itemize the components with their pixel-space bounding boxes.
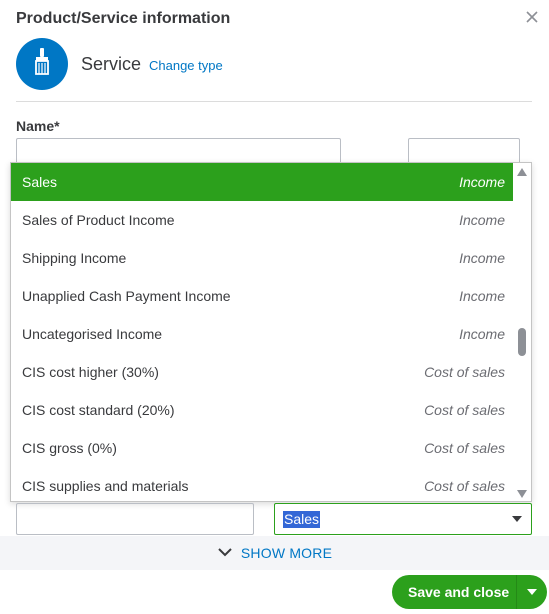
- save-button-group: Save and close: [392, 575, 547, 609]
- option-account-type: Cost of sales: [424, 478, 505, 494]
- option-account-type: Cost of sales: [424, 402, 505, 418]
- item-type-label: Service: [81, 54, 142, 74]
- option-account-name: Sales of Product Income: [22, 212, 175, 228]
- option-account-name: Sales: [22, 174, 58, 190]
- dropdown-options: Sales Income Sales of Product Income Income…: [11, 163, 515, 501]
- save-and-close-button[interactable]: Save and close: [392, 575, 516, 609]
- brush-icon: [31, 47, 53, 82]
- option-account-type: Cost of sales: [424, 440, 505, 456]
- income-account-select[interactable]: Sales: [274, 503, 532, 535]
- dropdown-scrollbar[interactable]: [513, 163, 531, 501]
- dropdown-option[interactable]: Sales of Product Income Income: [11, 201, 515, 239]
- service-type-icon-circle: [16, 38, 68, 90]
- option-account-type: Income: [459, 174, 505, 190]
- scroll-up-arrow-icon[interactable]: [517, 168, 527, 176]
- option-account-name: Unapplied Cash Payment Income: [22, 288, 231, 304]
- dropdown-option[interactable]: CIS supplies and materials Cost of sales: [11, 467, 515, 501]
- dropdown-option[interactable]: CIS gross (0%) Cost of sales: [11, 429, 515, 467]
- show-more-label: SHOW MORE: [240, 545, 333, 561]
- scroll-thumb[interactable]: [518, 328, 526, 356]
- dropdown-option[interactable]: Unapplied Cash Payment Income Income: [11, 277, 515, 315]
- option-account-name: CIS supplies and materials: [22, 478, 189, 494]
- dropdown-option[interactable]: CIS cost higher (30%) Cost of sales: [11, 353, 515, 391]
- caret-down-icon[interactable]: [503, 504, 531, 534]
- dropdown-option[interactable]: Sales Income: [11, 163, 515, 201]
- option-account-type: Income: [459, 212, 505, 228]
- option-account-type: Income: [459, 326, 505, 342]
- dropdown-option[interactable]: CIS cost standard (20%) Cost of sales: [11, 391, 515, 429]
- option-account-type: Cost of sales: [424, 364, 505, 380]
- option-account-type: Income: [459, 250, 505, 266]
- divider: [16, 101, 532, 102]
- option-account-name: CIS gross (0%): [22, 440, 117, 456]
- class-field[interactable]: [16, 503, 254, 535]
- chevron-down-icon: [217, 544, 233, 562]
- show-more-button[interactable]: SHOW MORE: [0, 536, 549, 570]
- option-account-name: Uncategorised Income: [22, 326, 163, 342]
- change-type-link[interactable]: Change type: [149, 58, 223, 73]
- option-account-name: CIS cost standard (20%): [22, 402, 175, 418]
- account-dropdown-list[interactable]: Sales Income Sales of Product Income Income…: [10, 162, 532, 502]
- dropdown-option[interactable]: Shipping Income Income: [11, 239, 515, 277]
- option-account-name: CIS cost higher (30%): [22, 364, 159, 380]
- name-label: Name*: [16, 118, 60, 134]
- caret-down-icon: [527, 589, 537, 595]
- scroll-down-arrow-icon[interactable]: [517, 490, 527, 498]
- close-icon[interactable]: [525, 10, 539, 24]
- income-account-value[interactable]: Sales: [283, 511, 321, 528]
- option-account-name: Shipping Income: [22, 250, 127, 266]
- panel-title: Product/Service information: [16, 10, 231, 27]
- dropdown-option[interactable]: Uncategorised Income Income: [11, 315, 515, 353]
- save-menu-button[interactable]: [517, 575, 547, 609]
- option-account-type: Income: [459, 288, 505, 304]
